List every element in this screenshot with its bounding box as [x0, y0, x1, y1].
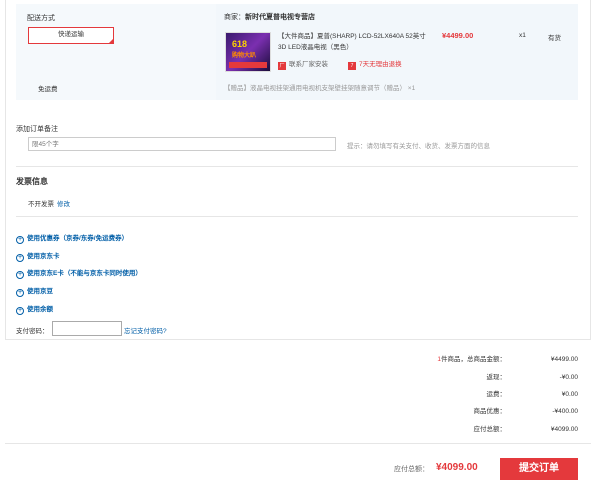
stock-status: 有货 — [548, 35, 561, 42]
option-label: 使用优惠券（京券/东券/免运费券） — [27, 235, 129, 242]
divider — [16, 216, 578, 217]
expand-plus-icon: + — [16, 254, 24, 262]
thumb-banner — [229, 62, 267, 68]
invoice-title: 发票信息 — [16, 177, 48, 186]
return-service[interactable]: 7 7天无理由退换 — [348, 58, 402, 70]
gift-item: 【赠品】液晶电视挂架通用电视机支架壁挂架随意调节（赠品） ×1 — [224, 85, 416, 92]
return-service-label: 7天无理由退换 — [359, 61, 402, 68]
divider — [5, 443, 591, 444]
use-ecard-toggle[interactable]: + 使用京东E卡（不能与京东卡同时使用） — [16, 267, 142, 279]
use-coupon-toggle[interactable]: + 使用优惠券（京券/东券/免运费券） — [16, 232, 128, 244]
freight-value: ¥0.00 — [561, 391, 578, 398]
summary-discount: 商品优惠： -¥400.00 — [278, 405, 579, 415]
thumb-subtext: 购物大趴 — [232, 53, 257, 59]
use-balance-toggle[interactable]: + 使用余额 — [16, 303, 53, 315]
expand-plus-icon: + — [16, 236, 24, 244]
product-name-link[interactable]: 【大件商品】夏普(SHARP) LCD-52LX640A 52英寸 3D LED… — [278, 31, 428, 53]
due-label: 应付总额： — [473, 426, 507, 433]
final-total-label: 应付总额： — [394, 466, 429, 473]
submit-order-button[interactable]: 提交订单 — [500, 458, 578, 480]
use-jdcard-toggle[interactable]: + 使用京东卡 — [16, 250, 60, 262]
expand-plus-icon: + — [16, 307, 24, 315]
return-icon: 7 — [348, 62, 356, 70]
invoice-type: 不开发票 — [28, 201, 54, 208]
remark-input[interactable] — [28, 137, 336, 151]
install-service[interactable]: 厂联系厂家安装 — [278, 58, 328, 70]
invoice-value: 不开发票 修改 — [28, 198, 70, 208]
option-label: 使用京东卡 — [27, 253, 60, 260]
option-label: 使用京东E卡（不能与京东卡同时使用） — [27, 270, 142, 277]
freight-label: 运费： — [486, 391, 507, 398]
final-total-value: ¥4099.00 — [436, 462, 478, 473]
goods-total-value: ¥4499.00 — [550, 356, 578, 363]
product-thumbnail[interactable]: 618 购物大趴 — [225, 32, 271, 72]
option-label: 使用余额 — [27, 306, 53, 313]
summary-freight: 运费： ¥0.00 — [278, 388, 579, 398]
summary-goods-total: 1件商品，总商品金额： ¥4499.00 — [278, 353, 578, 363]
rebate-label: 返现： — [486, 374, 507, 381]
summary-rebate: 返现： -¥0.00 — [278, 371, 579, 381]
shipping-title: 配送方式 — [27, 15, 55, 22]
thumb-text: 618 — [232, 39, 248, 49]
shipping-method-option[interactable]: 快递运输 — [28, 27, 114, 44]
remark-label: 添加订单备注 — [16, 126, 58, 133]
invoice-edit-link[interactable]: 修改 — [57, 201, 70, 208]
seller-name: 商家：新时代夏普电视专营店 — [224, 14, 315, 21]
summary-due: 应付总额： ¥4099.00 — [278, 423, 579, 433]
pay-password-input[interactable] — [52, 321, 122, 336]
free-shipping-label: 免运费 — [38, 86, 58, 93]
install-service-label: 联系厂家安装 — [289, 61, 328, 68]
expand-plus-icon: + — [16, 271, 24, 279]
expand-plus-icon: + — [16, 289, 24, 297]
shipping-panel: 配送方式 快递运输 免运费 — [16, 4, 216, 100]
divider — [16, 166, 578, 167]
use-jingdou-toggle[interactable]: + 使用京豆 — [16, 285, 53, 297]
remark-tip: 提示：请勿填写有关支付、收货、发票方面的信息 — [347, 143, 490, 150]
option-label: 使用京豆 — [27, 288, 53, 295]
rebate-value: -¥0.00 — [559, 374, 578, 381]
product-quantity: x1 — [519, 32, 526, 39]
forgot-password-link[interactable]: 忘记支付密码? — [124, 325, 167, 335]
pay-password-label: 支付密码： — [16, 328, 49, 335]
discount-value: -¥400.00 — [552, 408, 578, 415]
product-price: ¥4499.00 — [442, 31, 474, 40]
goods-total-label: 件商品，总商品金额： — [441, 356, 506, 363]
discount-label: 商品优惠： — [473, 408, 507, 415]
install-icon: 厂 — [278, 62, 286, 70]
due-value: ¥4099.00 — [550, 426, 578, 433]
item-panel: 商家：新时代夏普电视专营店 618 购物大趴 【大件商品】夏普(SHARP) L… — [216, 4, 578, 100]
